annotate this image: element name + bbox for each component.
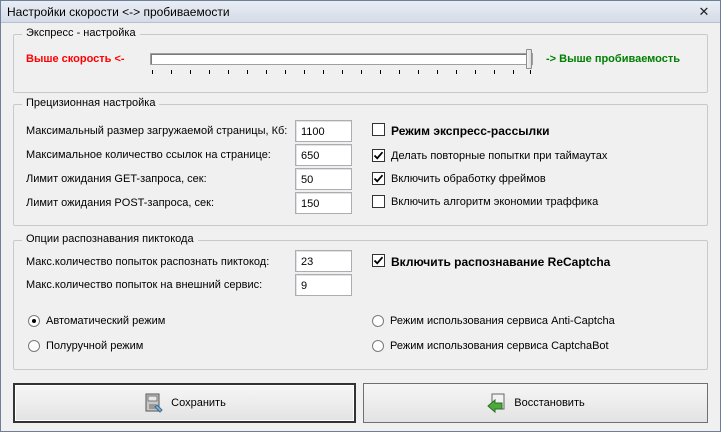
recaptcha-checkbox[interactable]	[372, 254, 385, 267]
get-timeout-label: Лимит ожидания GET-запроса, сек:	[26, 173, 207, 185]
settings-window: Настройки скорости <-> пробиваемости ✕ Э…	[0, 0, 721, 432]
save-icon	[143, 392, 165, 414]
title-bar: Настройки скорости <-> пробиваемости ✕	[1, 1, 720, 23]
speed-slider-thumb[interactable]	[526, 49, 532, 69]
external-attempts-label: Макс.количество попыток на внешний серви…	[26, 279, 263, 291]
semi-manual-radio[interactable]	[28, 340, 40, 352]
max-page-size-label: Максимальный размер загружаемой страницы…	[26, 125, 288, 137]
checkmark-icon	[373, 174, 384, 183]
max-links-label: Максимальное количество ссылок на страни…	[26, 149, 271, 161]
frames-checkbox[interactable]	[372, 172, 385, 185]
save-label: Сохранить	[171, 397, 226, 409]
frames-label: Включить обработку фреймов	[391, 173, 546, 185]
window-title: Настройки скорости <-> пробиваемости	[7, 5, 230, 19]
auto-mode-radio[interactable]	[28, 315, 40, 327]
captcha-legend: Опции распознавания пиктокода	[22, 233, 198, 245]
slider-ticks	[152, 70, 532, 74]
save-button[interactable]: Сохранить	[13, 383, 356, 423]
retry-timeouts-label: Делать повторные попытки при таймаутах	[391, 150, 608, 162]
express-group: Экспресс - настройка Выше скорость <- ->…	[13, 27, 708, 93]
restore-label: Восстановить	[514, 397, 585, 409]
post-timeout-input[interactable]: 150	[295, 192, 352, 214]
traffic-economy-label: Включить алгоритм экономии траффика	[391, 196, 599, 208]
precision-legend: Прецизионная настройка	[22, 97, 160, 109]
checkmark-icon	[373, 151, 384, 160]
speed-label: Выше скорость <-	[26, 53, 125, 65]
express-legend: Экспресс - настройка	[22, 27, 140, 39]
close-icon[interactable]: ✕	[694, 4, 714, 20]
captcha-group: Опции распознавания пиктокода Макс.колич…	[13, 233, 708, 370]
auto-mode-label: Автоматический режим	[46, 315, 166, 327]
external-attempts-input[interactable]: 9	[295, 274, 352, 296]
precision-group: Прецизионная настройка Максимальный разм…	[13, 97, 708, 226]
captcha-attempts-input[interactable]: 23	[295, 250, 352, 272]
get-timeout-input[interactable]: 50	[295, 168, 352, 190]
captchabot-label: Режим использования сервиса CaptchaBot	[390, 340, 609, 352]
captcha-attempts-label: Макс.количество попыток распознать пикто…	[26, 256, 270, 268]
speed-slider-track[interactable]	[150, 53, 533, 65]
restore-button[interactable]: Восстановить	[363, 383, 708, 423]
recaptcha-label: Включить распознавание ReCaptcha	[391, 255, 611, 269]
captchabot-radio[interactable]	[372, 340, 384, 352]
max-page-size-input[interactable]: 1100	[295, 120, 352, 142]
semi-manual-label: Полуручной режим	[46, 340, 144, 352]
post-timeout-label: Лимит ожидания POST-запроса, сек:	[26, 197, 215, 209]
retry-timeouts-checkbox[interactable]	[372, 149, 385, 162]
anticaptcha-label: Режим использования сервиса Anti-Captcha	[390, 315, 615, 327]
express-mailing-label: Режим экспресс-рассылки	[391, 124, 550, 138]
restore-icon	[486, 392, 508, 414]
max-links-input[interactable]: 650	[295, 144, 352, 166]
express-mailing-checkbox[interactable]	[372, 123, 385, 136]
pass-label: -> Выше пробиваемость	[546, 53, 681, 65]
anticaptcha-radio[interactable]	[372, 315, 384, 327]
checkmark-icon	[373, 256, 384, 265]
traffic-economy-checkbox[interactable]	[372, 195, 385, 208]
